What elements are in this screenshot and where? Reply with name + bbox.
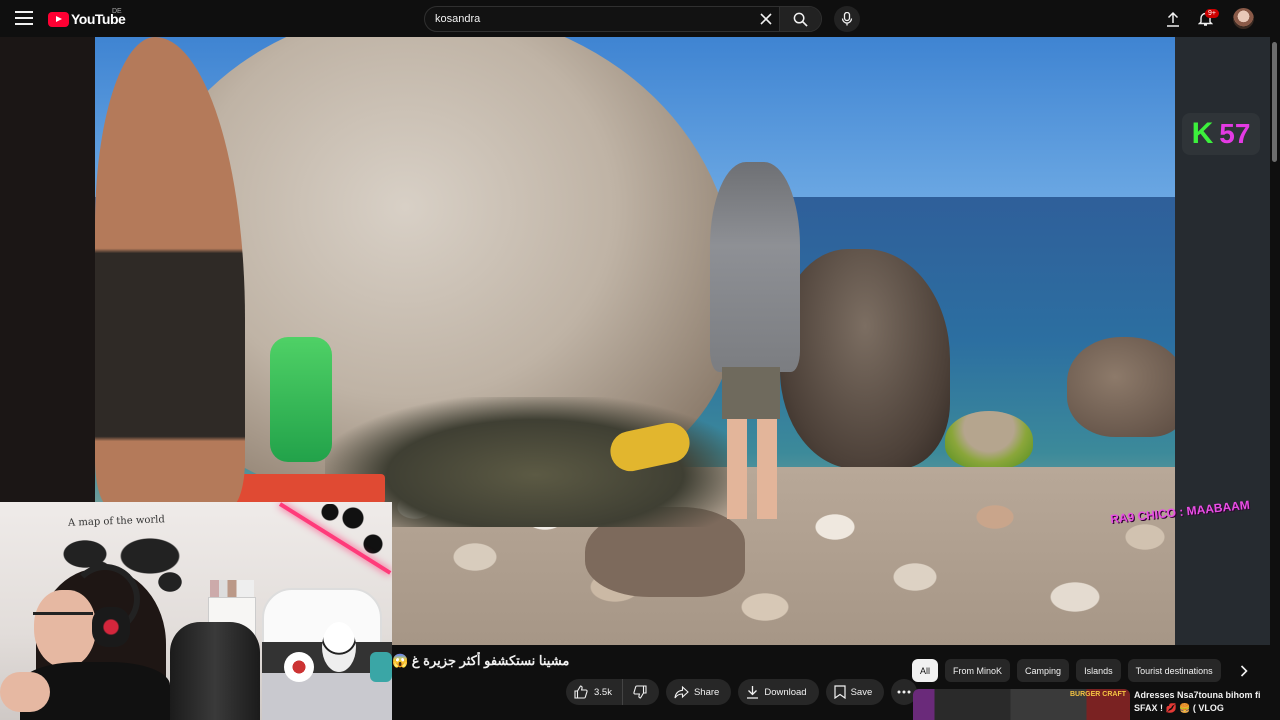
chip-islands[interactable]: Islands [1076, 659, 1121, 682]
video-actions: 3.5k Share Download Save [566, 679, 918, 705]
like-count: 3.5k [594, 686, 612, 698]
recommendation-thumbnail[interactable]: BURGER CRAFT [913, 689, 1130, 720]
download-button[interactable]: Download [738, 679, 819, 705]
youtube-play-icon [48, 11, 69, 27]
search-input[interactable] [425, 7, 753, 31]
notification-count-badge: 9+ [1205, 9, 1219, 18]
like-button[interactable]: 3.5k [566, 679, 623, 705]
chip-from-minok[interactable]: From MinoK [945, 659, 1011, 682]
microphone-icon [841, 12, 853, 26]
video-person-legs [727, 419, 777, 519]
save-button[interactable]: Save [825, 679, 885, 705]
chevron-right-icon[interactable] [1233, 660, 1255, 682]
video-rock [1067, 337, 1175, 437]
share-button[interactable]: Share [665, 679, 732, 705]
dislike-button[interactable] [622, 679, 659, 705]
video-title: مشينا نستكشفو أكثر جزيرة غ 😱 [392, 653, 570, 668]
video-rock [780, 249, 950, 469]
thumbs-up-icon [574, 685, 588, 699]
gaming-chair [170, 622, 260, 720]
chip-all[interactable]: All [912, 659, 939, 682]
streamer-arm [0, 672, 50, 712]
hamburger-menu-icon[interactable] [15, 11, 33, 25]
overlay-logo-number: 57 [1219, 118, 1251, 149]
filter-chips: All From MinoK Camping Islands Tourist d… [912, 659, 1226, 682]
player-letterbox-left [0, 37, 95, 502]
video-green-bag [270, 337, 332, 462]
video-mossy-rock [945, 411, 1033, 469]
chip-tourist-destinations[interactable]: Tourist destinations [1127, 659, 1221, 682]
avatar[interactable] [1233, 8, 1254, 29]
search-button[interactable] [779, 7, 821, 31]
thumbs-down-icon [633, 685, 647, 699]
video-person-shorts [722, 367, 780, 419]
like-dislike-group: 3.5k [566, 679, 659, 705]
youtube-logo[interactable]: YouTube DE [48, 8, 126, 28]
voice-search-button[interactable] [834, 6, 860, 32]
stream-overlay-logo: K 57 [1182, 113, 1260, 155]
share-label: Share [693, 686, 720, 698]
plush-toy [284, 652, 314, 682]
shelf-items [210, 580, 254, 598]
search-box [424, 6, 822, 32]
upload-icon[interactable] [1162, 8, 1184, 30]
plush-toy [322, 622, 356, 672]
thumbnail-label: BURGER CRAFT [1070, 691, 1126, 698]
more-horizontal-icon [897, 690, 911, 694]
region-code: DE [112, 8, 122, 15]
video-person [710, 162, 800, 372]
chip-camping[interactable]: Camping [1017, 659, 1070, 682]
share-icon [674, 685, 689, 698]
webcam-overlay: A map of the world [0, 502, 392, 720]
search-icon [793, 12, 808, 27]
bookmark-plus-icon [833, 685, 846, 699]
save-label: Save [850, 686, 873, 698]
plush-toy [370, 652, 392, 682]
video-red-mat [235, 474, 385, 504]
close-icon[interactable] [753, 6, 779, 32]
overlay-logo-k: K [1191, 117, 1214, 150]
download-icon [747, 686, 759, 699]
download-label: Download [764, 686, 807, 698]
headset-earcup [92, 607, 130, 647]
video-title-row: مشينا نستكشفو أكثر جزيرة غ 😱 [392, 652, 898, 674]
recommendation-title[interactable]: Adresses Nsa7touna bihom fi SFAX ! 💋 🍔 (… [1134, 689, 1264, 715]
masthead: YouTube DE 9+ [0, 0, 1280, 37]
scrollbar-thumb[interactable] [1272, 42, 1277, 162]
